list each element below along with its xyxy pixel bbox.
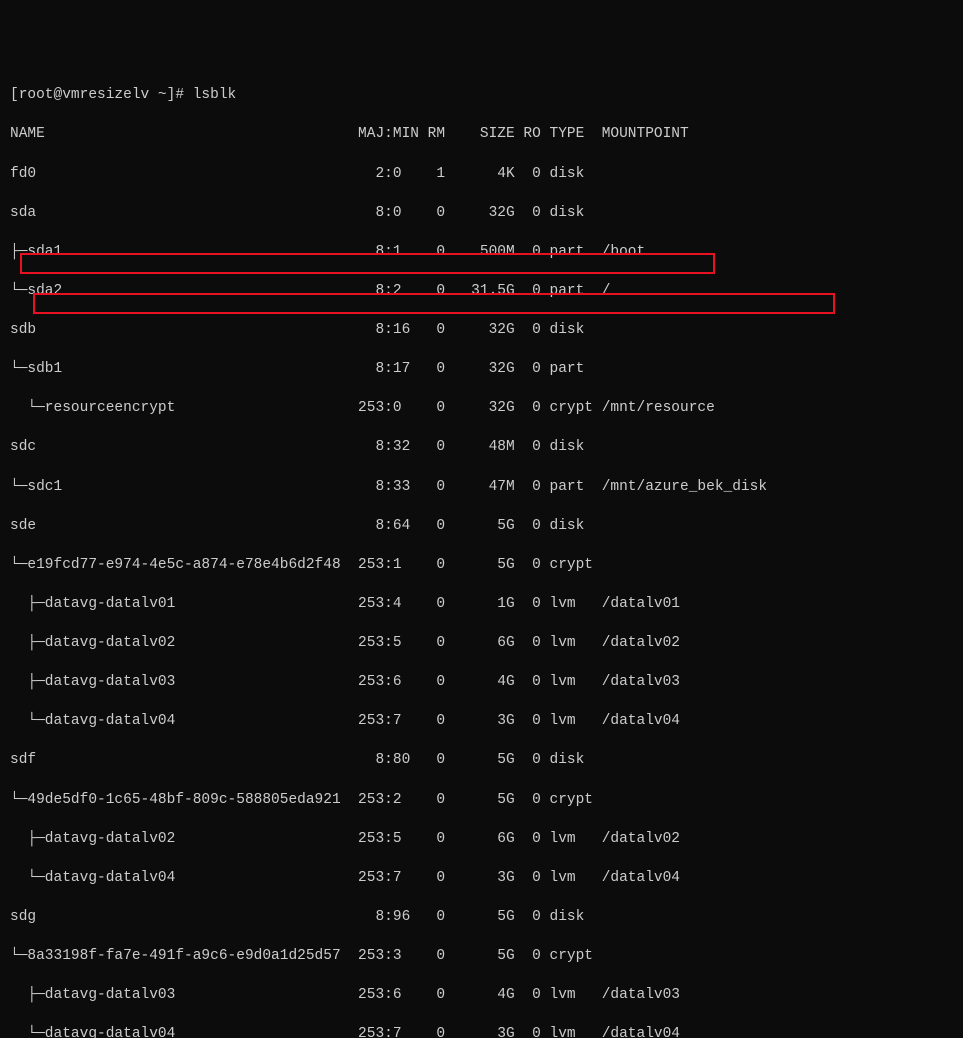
- table-row: └─49de5df0-1c65-48bf-809c-588805eda921 2…: [10, 791, 953, 811]
- table-header: NAME MAJ:MIN RM SIZE RO TYPE MOUNTPOINT: [10, 125, 953, 145]
- terminal-prompt: [root@vmresizelv ~]# lsblk: [10, 86, 953, 106]
- table-row: ├─datavg-datalv01 253:4 0 1G 0 lvm /data…: [10, 595, 953, 615]
- table-row: └─sdb1 8:17 0 32G 0 part: [10, 360, 953, 380]
- table-row: sdc 8:32 0 48M 0 disk: [10, 438, 953, 458]
- table-row: └─sda2 8:2 0 31.5G 0 part /: [10, 282, 953, 302]
- table-row: sde 8:64 0 5G 0 disk: [10, 517, 953, 537]
- table-row: sdf 8:80 0 5G 0 disk: [10, 751, 953, 771]
- table-row: ├─datavg-datalv03 253:6 0 4G 0 lvm /data…: [10, 673, 953, 693]
- table-row: sdb 8:16 0 32G 0 disk: [10, 321, 953, 341]
- table-row: └─e19fcd77-e974-4e5c-a874-e78e4b6d2f48 2…: [10, 556, 953, 576]
- table-row: ├─datavg-datalv02 253:5 0 6G 0 lvm /data…: [10, 634, 953, 654]
- table-row: └─datavg-datalv04 253:7 0 3G 0 lvm /data…: [10, 869, 953, 889]
- table-row: fd0 2:0 1 4K 0 disk: [10, 165, 953, 185]
- table-row: └─resourceencrypt 253:0 0 32G 0 crypt /m…: [10, 399, 953, 419]
- table-row: └─8a33198f-fa7e-491f-a9c6-e9d0a1d25d57 2…: [10, 947, 953, 967]
- table-row: ├─datavg-datalv03 253:6 0 4G 0 lvm /data…: [10, 986, 953, 1006]
- table-row: sdg 8:96 0 5G 0 disk: [10, 908, 953, 928]
- table-row: sda 8:0 0 32G 0 disk: [10, 204, 953, 224]
- table-row: └─datavg-datalv04 253:7 0 3G 0 lvm /data…: [10, 712, 953, 732]
- table-row: ├─sda1 8:1 0 500M 0 part /boot: [10, 243, 953, 263]
- table-row: ├─datavg-datalv02 253:5 0 6G 0 lvm /data…: [10, 830, 953, 850]
- table-row: └─datavg-datalv04 253:7 0 3G 0 lvm /data…: [10, 1025, 953, 1038]
- table-row: └─sdc1 8:33 0 47M 0 part /mnt/azure_bek_…: [10, 478, 953, 498]
